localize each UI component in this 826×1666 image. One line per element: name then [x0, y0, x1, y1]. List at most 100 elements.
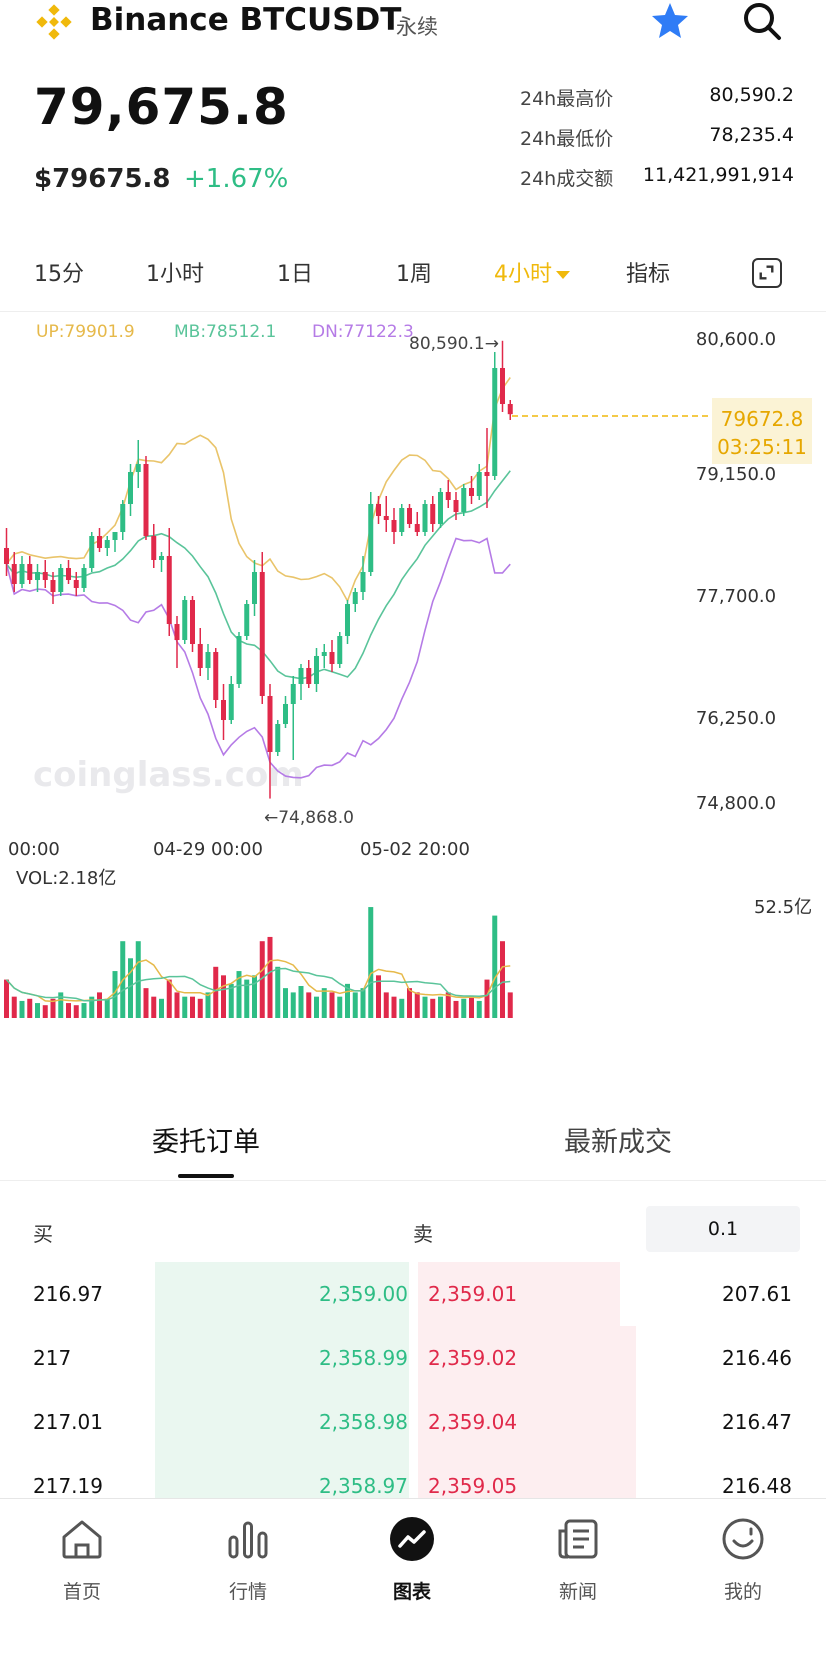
- bid-price: 2,358.99: [318, 1346, 408, 1370]
- timeframe-1h[interactable]: 1小时: [146, 256, 204, 288]
- timeframe-15m[interactable]: 15分: [34, 256, 84, 288]
- candle: [290, 676, 296, 760]
- nav-chart[interactable]: 图表: [352, 1515, 472, 1604]
- candle: [104, 536, 110, 556]
- price-chart[interactable]: UP:79901.9 MB:78512.1 DN:77122.3 coingla…: [0, 314, 826, 1094]
- tab-latest-trades[interactable]: 最新成交: [564, 1120, 672, 1159]
- bid-price: 2,358.98: [318, 1410, 408, 1434]
- indicators-button[interactable]: 指标: [626, 256, 670, 288]
- bid-quantity: 217: [33, 1346, 72, 1370]
- candle: [461, 484, 467, 516]
- caret-down-icon: [556, 271, 570, 279]
- candle: [174, 616, 180, 668]
- home-icon: [62, 1520, 102, 1559]
- orderbook-header: 买 卖 0.1: [0, 1206, 826, 1258]
- candle-body: [236, 636, 242, 684]
- candle: [376, 496, 381, 524]
- candle-body: [143, 464, 149, 536]
- candle: [321, 644, 327, 668]
- price-change: +1.67%: [184, 164, 289, 194]
- timeframe-4h[interactable]: 4小时: [494, 256, 570, 288]
- stat-label: 24h最低价: [520, 128, 614, 150]
- volume-bar: [66, 1003, 71, 1018]
- volume-bar: [407, 988, 412, 1018]
- nav-market[interactable]: 行情: [188, 1515, 308, 1604]
- search-icon[interactable]: [741, 0, 783, 42]
- volume-bar: [430, 998, 436, 1018]
- ask-price: 2,359.04: [428, 1410, 518, 1434]
- volume-bar: [197, 998, 203, 1018]
- orderbook-row[interactable]: 217.19 2,358.97 2,359.05 216.48: [0, 1454, 826, 1498]
- nav-profile[interactable]: 我的: [683, 1515, 803, 1604]
- volume-bar: [143, 988, 149, 1018]
- orderbook-row[interactable]: 217.01 2,358.98 2,359.04 216.47: [0, 1390, 826, 1454]
- candle: [445, 480, 451, 508]
- ask-price: 2,359.02: [428, 1346, 518, 1370]
- timeframe-4h-label: 4小时: [494, 262, 552, 287]
- candle: [197, 628, 203, 676]
- star-icon[interactable]: [650, 0, 690, 40]
- volume-bar: [221, 975, 226, 1018]
- precision-selector[interactable]: 0.1: [646, 1206, 800, 1252]
- candle-body: [112, 532, 118, 540]
- boll-up-label: UP:79901.9: [36, 322, 135, 342]
- nav-news[interactable]: 新闻: [518, 1515, 638, 1604]
- ask-quantity: 216.48: [722, 1474, 792, 1498]
- candle-body: [283, 704, 288, 724]
- fullscreen-icon[interactable]: [752, 258, 782, 288]
- volume-bar: [306, 992, 312, 1018]
- bid-price: 2,359.00: [318, 1282, 408, 1306]
- ask-price: 2,359.01: [428, 1282, 518, 1306]
- candle-body: [190, 600, 195, 644]
- candle: [352, 588, 358, 612]
- candle: [337, 632, 343, 668]
- candle-body: [205, 652, 211, 668]
- candle-body: [445, 492, 451, 500]
- candle: [275, 720, 281, 756]
- candle: [422, 500, 428, 536]
- stat-value: 11,421,991,914: [642, 164, 794, 186]
- stat-value: 80,590.2: [709, 84, 794, 106]
- candle-body: [484, 472, 490, 476]
- timeframe-1w[interactable]: 1周: [396, 256, 432, 288]
- bid-quantity: 216.97: [33, 1282, 103, 1306]
- stats-panel: 24h最高价 80,590.2 24h最低价 78,235.4 24h成交额 1…: [520, 84, 794, 204]
- candle-body: [252, 572, 257, 604]
- volume-bar: [81, 1003, 87, 1018]
- candle: [507, 400, 513, 420]
- candle: [368, 492, 374, 576]
- orderbook-row[interactable]: 216.97 2,359.00 2,359.01 207.61: [0, 1262, 826, 1326]
- candles-layer: [4, 340, 513, 799]
- candle-body: [27, 564, 33, 580]
- tab-order-book[interactable]: 委托订单: [152, 1120, 260, 1159]
- binance-logo: [36, 4, 72, 40]
- volume-bar: [104, 998, 110, 1018]
- usd-price: $79675.8: [34, 164, 171, 194]
- volume-bar: [368, 907, 374, 1018]
- tab-underline: [178, 1174, 234, 1178]
- timeframe-1d[interactable]: 1日: [277, 256, 313, 288]
- candle: [492, 352, 498, 480]
- nav-home[interactable]: 首页: [22, 1515, 142, 1604]
- volume-bar: [383, 992, 389, 1018]
- candle: [383, 496, 389, 532]
- volume-bar: [329, 992, 335, 1018]
- bid-quantity: 217.01: [33, 1410, 103, 1434]
- market-icon: [228, 1521, 268, 1559]
- candle: [135, 440, 141, 488]
- nav-label: 我的: [723, 1581, 762, 1603]
- watermark: coinglass.com: [33, 755, 304, 795]
- candle: [345, 600, 350, 644]
- candle: [430, 496, 436, 532]
- volume-bar: [19, 1000, 25, 1018]
- volume-bar: [500, 941, 505, 1018]
- candle-body: [507, 404, 513, 415]
- candle-body: [376, 504, 381, 516]
- volume-bar: [4, 979, 9, 1018]
- pair-title: Binance BTCUSDT: [90, 2, 402, 38]
- candle: [244, 600, 250, 640]
- candle-body: [407, 508, 412, 524]
- candle: [66, 560, 71, 584]
- orderbook-row[interactable]: 217 2,358.99 2,359.02 216.46: [0, 1326, 826, 1390]
- candle-body: [104, 540, 110, 548]
